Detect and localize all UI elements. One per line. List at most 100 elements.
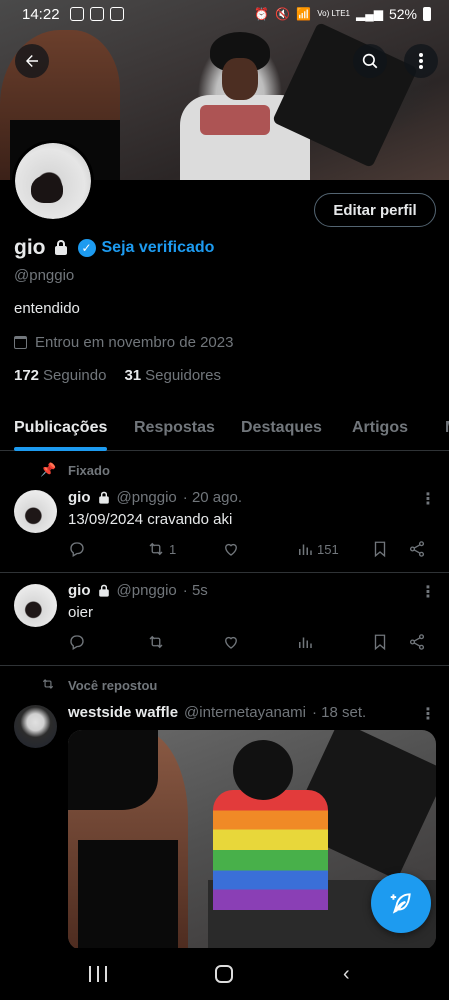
like-button[interactable] <box>222 633 240 651</box>
tab-highlights[interactable]: Destaques <box>241 405 322 451</box>
network-label: Vo) LTE1 <box>317 9 350 18</box>
tab-articles[interactable]: Artigos <box>352 405 408 451</box>
repost-button[interactable]: 1 <box>146 540 176 558</box>
status-right: ⏰ 🔇 📶 Vo) LTE1 ▂▄▆ 52% <box>254 6 431 22</box>
lock-icon <box>54 240 68 256</box>
post-more-button[interactable]: ⋮ <box>420 489 436 509</box>
bookmark-button[interactable] <box>372 540 388 558</box>
alarm-icon: ⏰ <box>254 7 270 21</box>
post-author-name[interactable]: gio <box>68 582 91 599</box>
banner-shirt-print <box>200 105 270 135</box>
post-more-button[interactable]: ⋮ <box>420 582 436 602</box>
views-button[interactable]: 151 <box>296 540 339 558</box>
profile-name: gio <box>14 236 46 259</box>
post-time: · 20 ago. <box>182 489 242 506</box>
following-link[interactable]: 172 Seguindo <box>14 367 106 384</box>
search-icon <box>362 53 378 69</box>
post-avatar[interactable] <box>14 490 57 533</box>
post-avatar[interactable] <box>14 705 57 748</box>
post-handle: @pnggio <box>116 489 177 506</box>
follow-stats: 172 Seguindo 31 Seguidores <box>14 367 221 384</box>
post-time: · 5s <box>182 582 208 599</box>
verified-badge-icon[interactable]: ✓ <box>77 239 96 257</box>
lock-icon <box>98 584 109 597</box>
pinned-label: Fixado <box>68 462 110 478</box>
following-label: Seguindo <box>43 367 107 384</box>
post-divider <box>0 665 449 666</box>
calendar-icon <box>14 336 27 349</box>
repost-button[interactable] <box>146 633 166 651</box>
battery-percent: 52% <box>388 6 417 22</box>
post-header: gio @pnggio · 20 ago. <box>68 489 242 506</box>
reply-icon <box>70 542 84 557</box>
lock-icon <box>98 491 109 504</box>
views-chart-icon <box>299 637 312 648</box>
tab-media[interactable]: M <box>445 405 449 451</box>
followers-link[interactable]: 31 Seguidores <box>124 367 221 384</box>
heart-icon <box>225 636 237 649</box>
post-avatar[interactable] <box>14 584 57 627</box>
post-author-name[interactable]: gio <box>68 489 91 506</box>
more-vertical-icon <box>419 53 423 69</box>
post-actions: 1 151 <box>68 540 428 562</box>
profile-handle: @pnggio <box>14 267 75 284</box>
media-figure-hair <box>68 730 158 810</box>
like-button[interactable] <box>222 540 240 558</box>
gallery-icon <box>110 7 124 21</box>
more-options-button[interactable] <box>404 44 438 78</box>
profile-tabs: Publicações Respostas Destaques Artigos … <box>0 405 449 451</box>
share-button[interactable] <box>408 540 426 558</box>
bookmark-button[interactable] <box>372 633 388 651</box>
post-header: gio @pnggio · 5s <box>68 582 208 599</box>
repost-label: Você repostou <box>68 677 158 693</box>
check-notification-icon <box>90 7 104 21</box>
compose-feather-icon <box>390 893 411 914</box>
share-icon <box>409 541 425 557</box>
search-button[interactable] <box>353 44 387 78</box>
post-time: · 18 set. <box>312 704 367 721</box>
reply-button[interactable] <box>68 633 86 651</box>
notification-icons <box>70 7 124 21</box>
media-rainbow-shirt <box>213 790 328 910</box>
repost-count: 1 <box>169 541 177 557</box>
views-chart-icon <box>299 544 312 555</box>
back-nav-button[interactable]: ‹ <box>343 963 350 986</box>
repost-icon <box>149 542 163 556</box>
media-figure-dress <box>78 840 178 950</box>
post-more-button[interactable]: ⋮ <box>420 704 436 724</box>
post-author-name[interactable]: westside waffle <box>68 704 178 721</box>
back-button[interactable] <box>15 44 49 78</box>
share-button[interactable] <box>408 633 426 651</box>
mute-icon: 🔇 <box>275 7 291 21</box>
post-divider <box>0 572 449 573</box>
instagram-icon <box>70 7 84 21</box>
views-button[interactable] <box>296 633 314 651</box>
home-button[interactable] <box>215 965 233 983</box>
pin-icon: 📌 <box>40 462 57 477</box>
repost-icon <box>149 635 163 649</box>
following-count: 172 <box>14 367 40 384</box>
status-bar: 14:22 ⏰ 🔇 📶 Vo) LTE1 ▂▄▆ 52% <box>0 0 449 30</box>
avatar-figure <box>31 175 63 203</box>
bookmark-icon <box>374 634 386 651</box>
repost-small-icon <box>40 677 56 694</box>
wifi-icon: 📶 <box>296 7 312 21</box>
followers-count: 31 <box>124 367 142 384</box>
bookmark-icon <box>374 541 386 558</box>
get-verified-link[interactable]: Seja verificado <box>102 239 215 257</box>
compose-post-button[interactable] <box>371 873 431 933</box>
profile-avatar[interactable] <box>12 140 94 222</box>
recent-apps-button[interactable] <box>89 966 107 982</box>
post-actions <box>68 633 428 655</box>
tab-posts[interactable]: Publicações <box>14 405 108 451</box>
profile-name-row: gio ✓ Seja verificado <box>14 236 214 260</box>
post-text: 13/09/2024 cravando aki <box>68 511 233 528</box>
edit-profile-button[interactable]: Editar perfil <box>314 193 436 227</box>
reply-button[interactable] <box>68 540 86 558</box>
post-handle: @internetayanami <box>184 704 307 721</box>
tab-replies[interactable]: Respostas <box>134 405 215 451</box>
joined-date: Entrou em novembro de 2023 <box>14 334 233 351</box>
status-time: 14:22 <box>22 6 60 23</box>
signal-icon: ▂▄▆ <box>356 7 383 21</box>
post-header: westside waffle @internetayanami · 18 se… <box>68 704 366 721</box>
